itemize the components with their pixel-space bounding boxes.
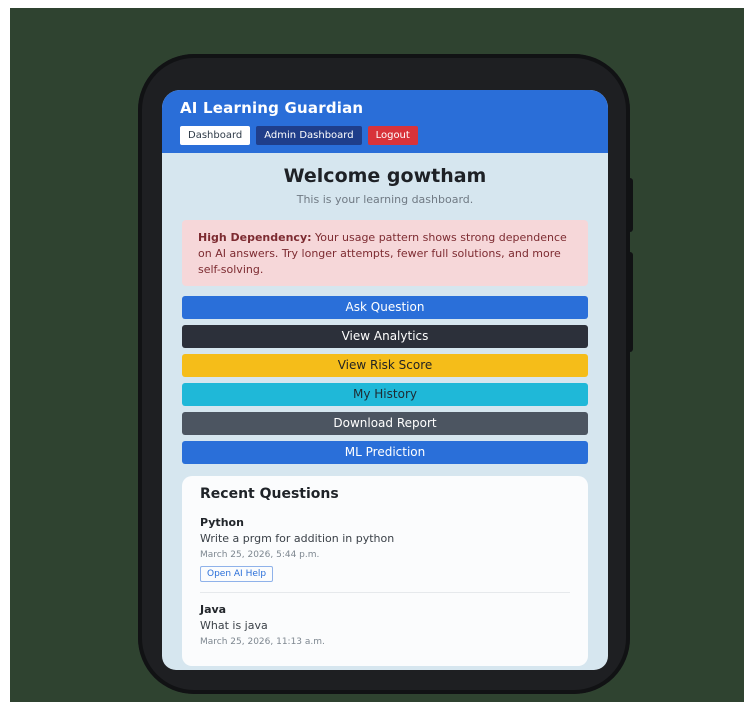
logout-button[interactable]: Logout — [367, 126, 418, 145]
app-title: AI Learning Guardian — [180, 99, 364, 117]
ml-prediction-button[interactable]: ML Prediction — [182, 441, 588, 464]
phone-side-button — [627, 178, 633, 232]
recent-questions-title: Recent Questions — [200, 486, 339, 502]
alert-title: High Dependency: — [198, 231, 312, 244]
dashboard-nav-button[interactable]: Dashboard — [180, 126, 251, 145]
list-item: Python Write a prgm for addition in pyth… — [200, 516, 570, 592]
list-item: Java What is java March 25, 2026, 11:13 … — [200, 592, 570, 657]
dependency-alert: High Dependency: Your usage pattern show… — [182, 220, 588, 286]
phone-screen: AI Learning Guardian Dashboard Admin Das… — [162, 90, 608, 670]
view-risk-score-button[interactable]: View Risk Score — [182, 354, 588, 377]
download-report-button[interactable]: Download Report — [182, 412, 588, 435]
welcome-subtitle: This is your learning dashboard. — [296, 193, 474, 206]
question-text: Write a prgm for addition in python — [200, 532, 395, 545]
question-topic: Java — [200, 603, 227, 616]
recent-questions-card: Recent Questions Python Write a prgm for… — [182, 476, 588, 666]
question-topic: Python — [200, 516, 244, 529]
open-ai-help-button[interactable]: Open AI Help — [200, 566, 274, 582]
question-text: What is java — [200, 619, 268, 632]
my-history-button[interactable]: My History — [182, 383, 588, 406]
welcome-heading: Welcome gowtham — [283, 165, 487, 187]
question-date: March 25, 2026, 5:44 p.m. — [200, 550, 320, 560]
app-header: AI Learning Guardian Dashboard Admin Das… — [162, 90, 608, 153]
action-buttons: Ask Question View Analytics View Risk Sc… — [182, 296, 588, 464]
view-analytics-button[interactable]: View Analytics — [182, 325, 588, 348]
question-date: March 25, 2026, 11:13 a.m. — [200, 637, 325, 647]
top-nav: Dashboard Admin Dashboard Logout — [180, 126, 418, 145]
ask-question-button[interactable]: Ask Question — [182, 296, 588, 319]
admin-dashboard-nav-button[interactable]: Admin Dashboard — [256, 126, 362, 145]
phone-side-button — [627, 252, 633, 352]
